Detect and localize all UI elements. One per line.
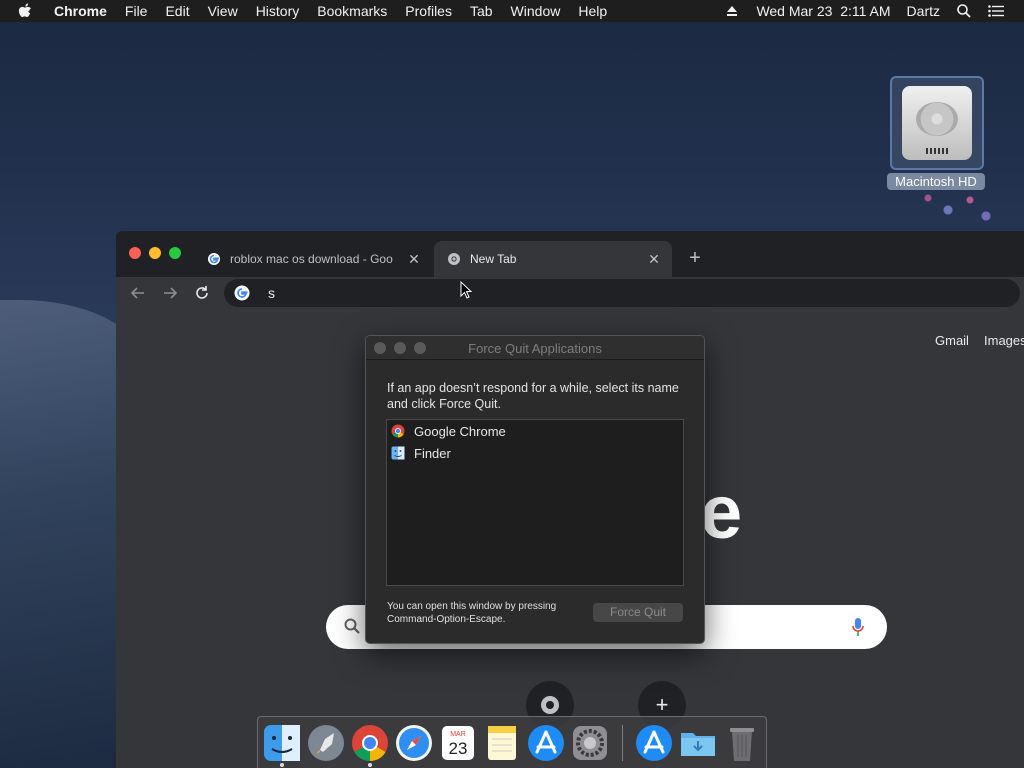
trash-icon[interactable] xyxy=(722,723,762,763)
forward-button[interactable] xyxy=(158,281,182,305)
dialog-titlebar[interactable]: Force Quit Applications xyxy=(366,336,704,360)
images-link[interactable]: Images xyxy=(984,333,1024,348)
menu-file[interactable]: File xyxy=(125,3,148,19)
tab-new-tab[interactable]: New Tab ✕ xyxy=(434,241,672,277)
downloads-folder-icon[interactable] xyxy=(678,723,718,763)
menu-app-name[interactable]: Chrome xyxy=(54,3,107,19)
menu-help[interactable]: Help xyxy=(578,3,607,19)
tab-search-results[interactable]: roblox mac os download - Goo ✕ xyxy=(194,241,432,277)
notification-center-icon[interactable] xyxy=(988,3,1004,19)
close-tab-icon[interactable]: ✕ xyxy=(406,251,422,267)
search-icon xyxy=(344,618,362,636)
menu-view[interactable]: View xyxy=(208,3,238,19)
force-quit-button[interactable]: Force Quit xyxy=(593,603,683,622)
menu-history[interactable]: History xyxy=(256,3,300,19)
browser-toolbar xyxy=(116,277,1024,309)
minimize-window-button[interactable] xyxy=(149,247,161,259)
new-tab-button[interactable]: + xyxy=(684,247,706,269)
menu-edit[interactable]: Edit xyxy=(165,3,189,19)
app-list[interactable]: Google Chrome Finder xyxy=(386,419,684,586)
calendar-day: 23 xyxy=(449,739,468,758)
gmail-link[interactable]: Gmail xyxy=(935,333,969,348)
calendar-month: MAR xyxy=(450,731,466,738)
microphone-icon[interactable] xyxy=(851,617,865,637)
mouse-cursor-icon xyxy=(460,280,473,299)
desktop-decoration xyxy=(918,188,1000,232)
notes-icon[interactable] xyxy=(482,723,522,763)
back-button[interactable] xyxy=(126,281,150,305)
chrome-icon xyxy=(446,251,462,267)
menu-clock[interactable]: Wed Mar 23 2:11 AM xyxy=(756,3,890,19)
menu-profiles[interactable]: Profiles xyxy=(405,3,452,19)
running-indicator xyxy=(280,763,284,767)
google-logo: e xyxy=(700,470,743,555)
menu-window[interactable]: Window xyxy=(511,3,561,19)
system-preferences-icon[interactable] xyxy=(570,723,610,763)
app-store-icon[interactable] xyxy=(526,723,566,763)
hard-drive-icon xyxy=(902,86,972,160)
menu-bookmarks[interactable]: Bookmarks xyxy=(317,3,387,19)
reload-button[interactable] xyxy=(190,281,214,305)
finder-icon[interactable] xyxy=(262,723,302,763)
dialog-title: Force Quit Applications xyxy=(468,341,602,356)
dock-divider xyxy=(622,725,623,761)
close-window-button[interactable] xyxy=(129,247,141,259)
macintosh-hd-icon[interactable] xyxy=(890,76,984,170)
calendar-icon[interactable]: MAR 23 xyxy=(438,723,478,763)
spotlight-search-icon[interactable] xyxy=(956,3,972,19)
list-item[interactable]: Finder xyxy=(387,442,683,464)
menu-user[interactable]: Dartz xyxy=(907,3,940,19)
app-name: Google Chrome xyxy=(414,423,506,439)
tab-title: roblox mac os download - Goo xyxy=(230,252,393,266)
list-item[interactable]: Google Chrome xyxy=(387,420,683,442)
app-store-icon[interactable] xyxy=(634,723,674,763)
apple-menu-icon[interactable] xyxy=(18,3,34,19)
finder-icon xyxy=(391,446,405,460)
address-bar[interactable] xyxy=(224,279,1020,307)
zoom-window-button[interactable] xyxy=(169,247,181,259)
tab-title: New Tab xyxy=(470,252,517,266)
tab-strip: roblox mac os download - Goo ✕ New Tab ✕… xyxy=(116,231,1024,277)
google-g-icon xyxy=(234,285,250,301)
chrome-icon xyxy=(391,424,405,438)
app-name: Finder xyxy=(414,445,451,461)
chrome-icon[interactable] xyxy=(350,723,390,763)
address-input[interactable] xyxy=(268,285,968,301)
safari-icon[interactable] xyxy=(394,723,434,763)
dialog-instructions: If an app doesn’t respond for a while, s… xyxy=(387,381,679,411)
google-g-icon xyxy=(206,251,222,267)
dock: MAR 23 xyxy=(257,716,767,768)
running-indicator xyxy=(368,763,372,767)
close-tab-icon[interactable]: ✕ xyxy=(646,251,662,267)
dialog-hint: You can open this window by pressing Com… xyxy=(387,601,557,625)
launchpad-icon[interactable] xyxy=(306,723,346,763)
menu-tab[interactable]: Tab xyxy=(470,3,493,19)
eject-icon[interactable] xyxy=(724,3,740,19)
force-quit-dialog: Force Quit Applications If an app doesn’… xyxy=(365,335,705,644)
menu-bar: Chrome File Edit View History Bookmarks … xyxy=(0,0,1024,22)
